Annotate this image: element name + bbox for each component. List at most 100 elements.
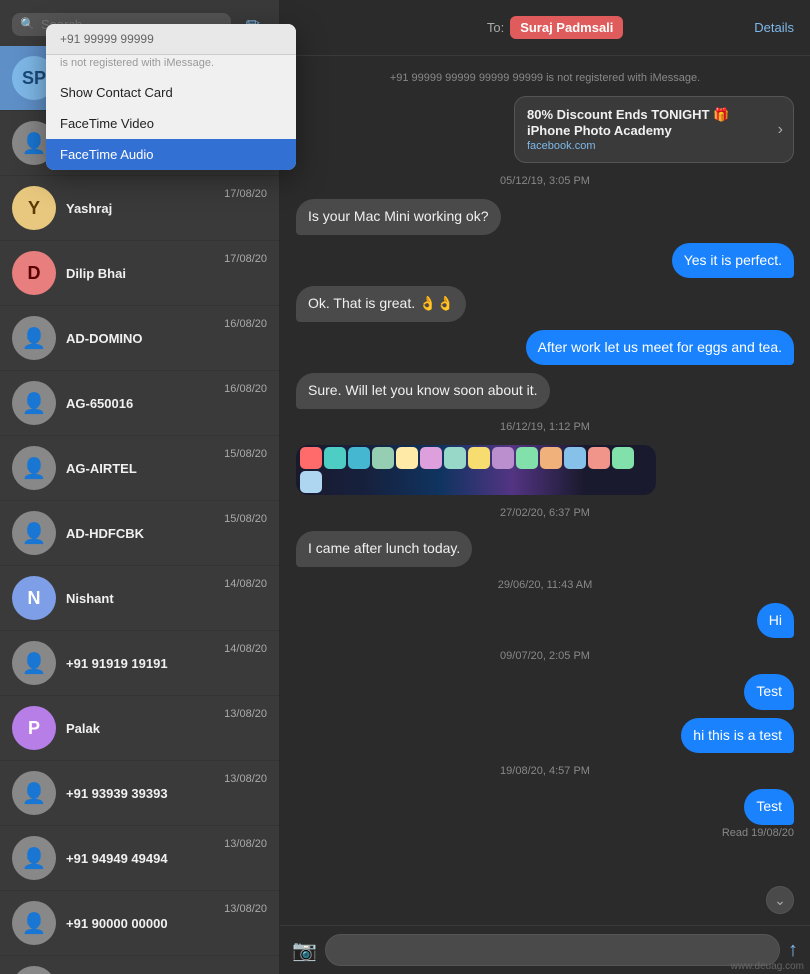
dock-icon	[564, 447, 586, 469]
system-message: 29/06/20, 11:43 AM	[296, 579, 794, 591]
dropdown-item[interactable]: Show Contact Card	[46, 77, 296, 108]
contact-item[interactable]: 👤AD-HDFCBK15/08/20	[0, 501, 279, 566]
details-button[interactable]: Details	[754, 20, 794, 35]
dock-icon	[396, 447, 418, 469]
contact-name: Palak	[66, 721, 214, 736]
avatar: 👤	[12, 836, 56, 880]
contact-name: Yashraj	[66, 201, 214, 216]
contact-list: SPSuraj PadmsaliTest19/08/20👤+91 99999 9…	[0, 46, 279, 974]
contact-info: +91 94949 49494	[66, 851, 214, 866]
dropdown-not-registered: is not registered with iMessage.	[46, 55, 296, 77]
message-row: Is your Mac Mini working ok?	[296, 199, 794, 235]
link-preview[interactable]: 80% Discount Ends TONIGHT 🎁 iPhone Photo…	[514, 96, 794, 163]
message-row: Yes it is perfect.	[296, 243, 794, 279]
message-bubble: Ok. That is great. 👌👌	[296, 286, 466, 322]
chat-header: To: Suraj Padmsali Details	[280, 0, 810, 56]
contact-name: +91 94949 49494	[66, 851, 214, 866]
avatar: 👤	[12, 381, 56, 425]
chat-messages: +91 99999 99999 99999 99999 is not regis…	[280, 56, 810, 925]
link-preview-content: 80% Discount Ends TONIGHT 🎁 iPhone Photo…	[515, 97, 778, 162]
message-row: Hi	[296, 603, 794, 639]
scroll-down-button[interactable]: ⌄	[766, 886, 794, 914]
contact-name: +91 91919 19191	[66, 656, 214, 671]
system-message: 09/07/20, 2:05 PM	[296, 650, 794, 662]
contact-date: 13/08/20	[224, 773, 267, 785]
dropdown-item[interactable]: FaceTime Audio	[46, 139, 296, 170]
contact-item[interactable]: 👤 +91 91919 19191 14/08/20	[0, 631, 279, 696]
system-message: +91 99999 99999 99999 99999 is not regis…	[296, 72, 794, 84]
dock-icon	[324, 447, 346, 469]
contact-dropdown: +91 99999 99999 is not registered with i…	[46, 24, 296, 170]
dock-icon	[444, 447, 466, 469]
avatar: P	[12, 706, 56, 750]
message-bubble: Yes it is perfect.	[672, 243, 794, 279]
message-bubble: Sure. Will let you know soon about it.	[296, 373, 550, 409]
avatar: 👤	[12, 771, 56, 815]
send-button[interactable]: ↑	[788, 939, 798, 962]
contact-info: Nishant	[66, 591, 214, 606]
link-preview-title: 80% Discount Ends TONIGHT 🎁 iPhone Photo…	[527, 107, 766, 138]
contact-info: AD-DOMINO	[66, 331, 214, 346]
system-message: 19/08/20, 4:57 PM	[296, 765, 794, 777]
contact-date: 17/08/20	[224, 188, 267, 200]
dock-icon	[516, 447, 538, 469]
contact-item[interactable]: P Palak 13/08/20	[0, 696, 279, 761]
dock-icon	[372, 447, 394, 469]
system-message: 05/12/19, 3:05 PM	[296, 175, 794, 187]
contact-info: AG-650016	[66, 396, 214, 411]
system-message: 27/02/20, 6:37 PM	[296, 507, 794, 519]
contact-date: 17/08/20	[224, 253, 267, 265]
contact-info: Dilip Bhai	[66, 266, 214, 281]
message-bubble: After work let us meet for eggs and tea.	[526, 330, 794, 366]
dock-icon	[588, 447, 610, 469]
message-row: hi this is a test	[296, 718, 794, 754]
system-message: 16/12/19, 1:12 PM	[296, 421, 794, 433]
message-bubble: Test	[744, 674, 794, 710]
dock-icon	[348, 447, 370, 469]
avatar: 👤	[12, 316, 56, 360]
recipient-button[interactable]: Suraj Padmsali	[510, 16, 623, 39]
chat-area: To: Suraj Padmsali Details +91 99999 999…	[280, 0, 810, 974]
contact-item[interactable]: 👤AG-AIRTEL15/08/20	[0, 436, 279, 501]
dock-icon	[492, 447, 514, 469]
contact-item[interactable]: Y Yashraj 17/08/20	[0, 176, 279, 241]
message-row: Ok. That is great. 👌👌	[296, 286, 794, 322]
dock-icon	[420, 447, 442, 469]
screenshot-image	[296, 445, 656, 495]
contact-info: AD-HDFCBK	[66, 526, 214, 541]
message-row: Test	[296, 674, 794, 710]
dropdown-phone: +91 99999 99999	[60, 32, 282, 46]
contact-item[interactable]: 👤 +91 93939 39393 13/08/20	[0, 761, 279, 826]
contact-info: +91 90000 00000	[66, 916, 214, 931]
watermark: www.deuag.com	[731, 961, 804, 972]
contact-item[interactable]: DDilip Bhai17/08/20	[0, 241, 279, 306]
contact-item[interactable]: 👤+91 80000 00000	[0, 956, 279, 974]
contact-name: +91 93939 39393	[66, 786, 214, 801]
contact-info: +91 91919 19191	[66, 656, 214, 671]
contact-date: 14/08/20	[224, 578, 267, 590]
contact-item[interactable]: 👤+91 90000 0000013/08/20	[0, 891, 279, 956]
dock-icon	[540, 447, 562, 469]
camera-button[interactable]: 📷	[292, 938, 317, 963]
avatar: Y	[12, 186, 56, 230]
dropdown-item[interactable]: FaceTime Video	[46, 108, 296, 139]
chevron-right-icon: ›	[778, 121, 793, 139]
message-row	[296, 445, 794, 495]
message-bubble: Hi	[757, 603, 794, 639]
avatar: 👤	[12, 901, 56, 945]
avatar: N	[12, 576, 56, 620]
contact-item[interactable]: 👤+91 94949 4949413/08/20	[0, 826, 279, 891]
contact-item[interactable]: 👤AG-65001616/08/20	[0, 371, 279, 436]
contact-name: Nishant	[66, 591, 214, 606]
contact-item[interactable]: 👤AD-DOMINO16/08/20	[0, 306, 279, 371]
avatar: 👤	[12, 641, 56, 685]
contact-item[interactable]: N Nishant 14/08/20	[0, 566, 279, 631]
message-input[interactable]	[325, 934, 780, 966]
contact-date: 15/08/20	[224, 513, 267, 525]
dropdown-header: +91 99999 99999	[46, 24, 296, 55]
dock-icon	[468, 447, 490, 469]
contact-date: 13/08/20	[224, 708, 267, 720]
contact-name: AG-650016	[66, 396, 214, 411]
contact-name: AD-DOMINO	[66, 331, 214, 346]
contact-date: 14/08/20	[224, 643, 267, 655]
